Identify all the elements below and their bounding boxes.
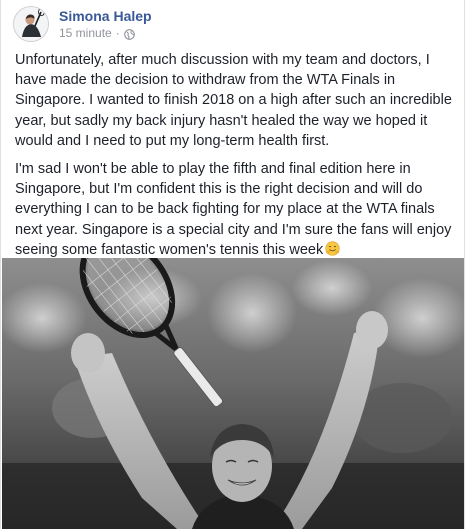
post-meta: Simona Halep 15 minute ·	[59, 7, 152, 41]
post-paragraph-last: I'm sad I won't be able to play the fift…	[15, 159, 455, 260]
post-timestamp[interactable]: 15 minute	[59, 25, 112, 41]
celebration-photo[interactable]	[2, 258, 464, 529]
avatar[interactable]	[13, 6, 49, 42]
hugging-face-emoji	[325, 241, 340, 256]
post-paragraph: Unfortunately, after much discussion wit…	[15, 52, 452, 149]
post-paragraph-text: I'm sad I won't be able to play the fift…	[15, 161, 452, 258]
author-name[interactable]: Simona Halep	[59, 7, 152, 25]
post-text: Unfortunately, after much discussion wit…	[15, 50, 455, 268]
post-subline: 15 minute ·	[59, 25, 152, 41]
post-header: Simona Halep 15 minute ·	[13, 4, 152, 44]
separator-dot: ·	[115, 26, 120, 40]
facebook-post: Simona Halep 15 minute · Unfortunately, …	[0, 0, 465, 529]
globe-icon[interactable]	[123, 28, 135, 40]
